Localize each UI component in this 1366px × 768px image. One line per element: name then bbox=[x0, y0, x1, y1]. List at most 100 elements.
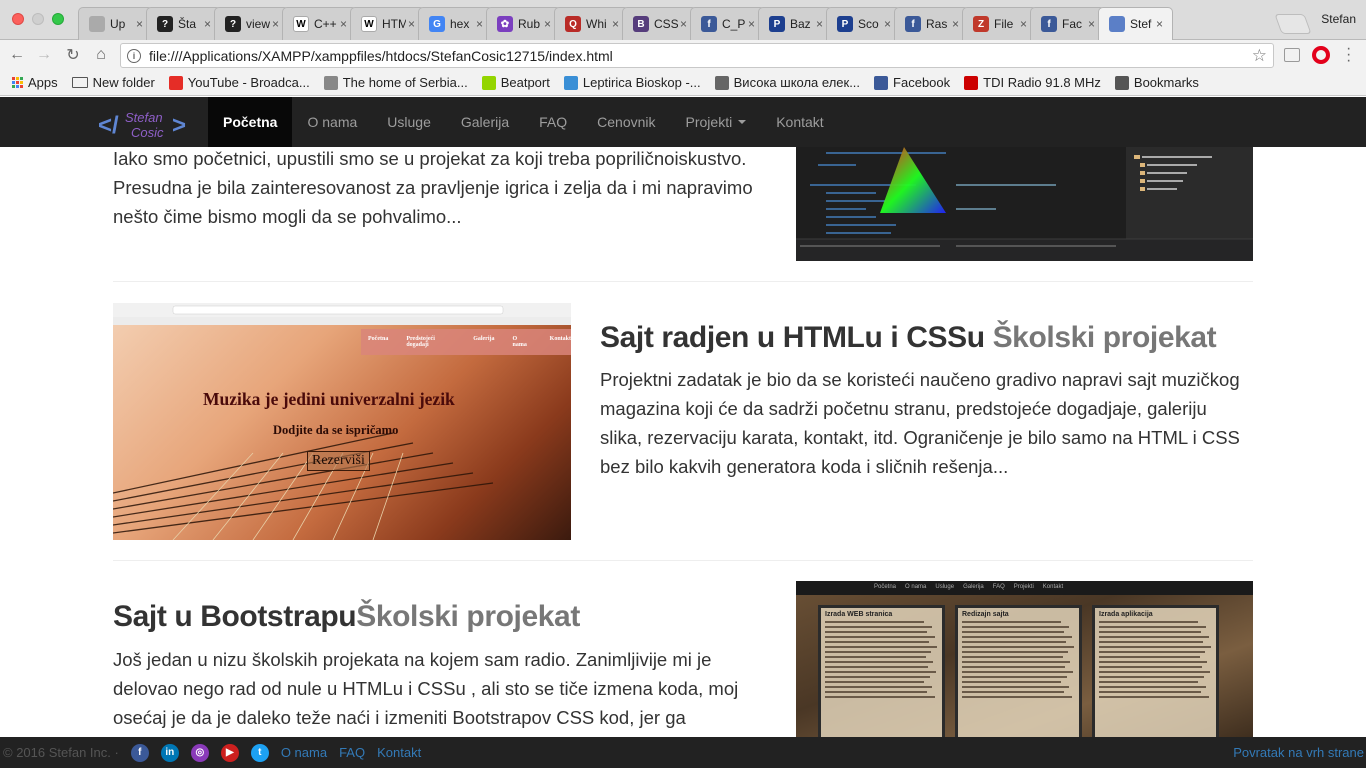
tab-close-icon[interactable]: × bbox=[476, 17, 486, 31]
tab-close-icon[interactable]: × bbox=[884, 17, 894, 31]
browser-tab[interactable]: Up × bbox=[78, 7, 153, 40]
mini-card: Izrada aplikacija bbox=[1092, 605, 1219, 741]
site-nav-item[interactable]: Početna bbox=[208, 97, 293, 147]
facebook-icon[interactable]: f bbox=[130, 743, 149, 762]
project-2-mini-button: Rezerviši bbox=[307, 451, 370, 471]
bookmark-item[interactable]: New folder bbox=[71, 75, 155, 90]
project-2-title-muted: Školski projekat bbox=[992, 321, 1217, 354]
bookmark-item[interactable]: Висока школа елек... bbox=[714, 75, 860, 90]
twitter-icon[interactable]: t bbox=[250, 743, 269, 762]
info-icon[interactable]: i bbox=[127, 48, 141, 63]
tab-close-icon[interactable]: × bbox=[952, 17, 962, 31]
bookmark-item[interactable]: Leptirica Bioskop -... bbox=[563, 75, 701, 90]
site-nav-item[interactable]: Kontakt bbox=[761, 97, 838, 147]
address-url[interactable]: file:///Applications/XAMPP/xamppfiles/ht… bbox=[149, 48, 1252, 64]
browser-tab[interactable]: Q Whi × bbox=[554, 7, 629, 40]
reload-icon[interactable]: ↻ bbox=[62, 44, 84, 66]
site-nav-item[interactable]: Usluge bbox=[372, 97, 446, 147]
footer-link-faq[interactable]: FAQ bbox=[339, 745, 365, 760]
bookmark-item[interactable]: YouTube - Broadca... bbox=[168, 75, 310, 90]
browser-tab[interactable]: W HTM × bbox=[350, 7, 425, 40]
cast-extension-icon[interactable] bbox=[1284, 48, 1300, 62]
bookmark-item[interactable]: Apps bbox=[12, 75, 58, 90]
back-arrow-icon[interactable]: ← bbox=[6, 44, 28, 66]
tab-close-icon[interactable]: × bbox=[1156, 17, 1166, 31]
browser-tab[interactable]: P Sco × bbox=[826, 7, 901, 40]
mini-card-text-line bbox=[1099, 641, 1203, 643]
browser-tab[interactable]: f Ras × bbox=[894, 7, 969, 40]
tab-favicon-icon: Z bbox=[973, 16, 989, 32]
tab-close-icon[interactable]: × bbox=[1088, 17, 1098, 31]
browser-tab[interactable]: B CSS × bbox=[622, 7, 697, 40]
instagram-icon[interactable]: ◎ bbox=[190, 743, 209, 762]
section-divider bbox=[113, 281, 1253, 282]
linkedin-icon[interactable]: in bbox=[160, 743, 179, 762]
site-nav-item[interactable]: Cenovnik bbox=[582, 97, 670, 147]
minimize-window-button[interactable] bbox=[32, 13, 44, 25]
browser-tab[interactable]: W C++ × bbox=[282, 7, 357, 40]
tdi-icon bbox=[964, 75, 979, 90]
site-nav-item[interactable]: Projekti bbox=[671, 97, 762, 147]
tab-close-icon[interactable]: × bbox=[340, 17, 350, 31]
mini-card-text-line bbox=[825, 656, 926, 658]
tab-close-icon[interactable]: × bbox=[680, 17, 690, 31]
bookmark-item[interactable]: Facebook bbox=[874, 75, 950, 90]
tab-close-icon[interactable]: × bbox=[1020, 17, 1030, 31]
facebook-icon bbox=[874, 75, 889, 90]
tab-close-icon[interactable]: × bbox=[612, 17, 622, 31]
browser-tab[interactable]: Ghex × bbox=[418, 7, 493, 40]
mini-menu-item: Kontakt bbox=[549, 336, 571, 342]
back-to-top-link[interactable]: Povratak na vrh strane bbox=[1233, 745, 1364, 760]
site-logo[interactable]: </ > Stefan Cosic bbox=[96, 107, 192, 143]
bookmark-item[interactable]: Beatport bbox=[481, 75, 550, 90]
mini-menu-item: Početna bbox=[368, 336, 389, 342]
bookmark-star-icon[interactable]: ☆ bbox=[1252, 46, 1267, 66]
tab-close-icon[interactable]: × bbox=[136, 17, 146, 31]
tab-label: view bbox=[246, 17, 270, 31]
tab-close-icon[interactable]: × bbox=[272, 17, 282, 31]
home-icon[interactable]: ⌂ bbox=[90, 44, 112, 66]
bookmark-item[interactable]: TDI Radio 91.8 MHz bbox=[964, 75, 1101, 90]
bookmark-item[interactable]: Bookmarks bbox=[1114, 75, 1199, 90]
new-tab-button[interactable] bbox=[1274, 14, 1312, 34]
tab-favicon-icon bbox=[1109, 16, 1125, 32]
footer-link-contact[interactable]: Kontakt bbox=[377, 745, 421, 760]
browser-tab[interactable]: P Baz × bbox=[758, 7, 833, 40]
tab-close-icon[interactable]: × bbox=[544, 17, 554, 31]
apps-grid-icon bbox=[12, 77, 23, 88]
maximize-window-button[interactable] bbox=[52, 13, 64, 25]
tab-close-icon[interactable]: × bbox=[204, 17, 214, 31]
browser-tab[interactable]: f Fac × bbox=[1030, 7, 1105, 40]
browser-tab[interactable]: ? Šta × bbox=[146, 7, 221, 40]
profile-name[interactable]: Stefan bbox=[1321, 12, 1356, 26]
tab-close-icon[interactable]: × bbox=[816, 17, 826, 31]
mini-card: Izrada WEB stranica bbox=[818, 605, 945, 741]
tab-label: C++ bbox=[314, 17, 337, 31]
browser-menu-icon[interactable]: · · · bbox=[1346, 41, 1351, 69]
address-bar[interactable]: i file:///Applications/XAMPP/xamppfiles/… bbox=[120, 43, 1274, 68]
bookmark-label: YouTube - Broadca... bbox=[187, 75, 310, 90]
footer-link-about[interactable]: O nama bbox=[281, 745, 327, 760]
close-window-button[interactable] bbox=[12, 13, 24, 25]
tab-close-icon[interactable]: × bbox=[748, 17, 758, 31]
browser-toolbar: ← → ↻ ⌂ i file:///Applications/XAMPP/xam… bbox=[0, 40, 1366, 70]
butterfly-icon bbox=[563, 75, 578, 90]
youtube-icon[interactable]: ▶ bbox=[220, 743, 239, 762]
bookmark-label: Bookmarks bbox=[1133, 75, 1199, 90]
bookmark-item[interactable]: The home of Serbia... bbox=[323, 75, 468, 90]
site-nav-item[interactable]: Galerija bbox=[446, 97, 524, 147]
forward-arrow-icon[interactable]: → bbox=[33, 44, 55, 66]
bookmarks-bar: Apps New folder YouTube - Broadca... The ho… bbox=[0, 70, 1366, 96]
tab-close-icon[interactable]: × bbox=[408, 17, 418, 31]
browser-tab[interactable]: ? view × bbox=[214, 7, 289, 40]
opera-extension-icon[interactable] bbox=[1312, 46, 1330, 64]
browser-tab[interactable]: Stef × bbox=[1098, 7, 1173, 40]
browser-tab[interactable]: f C_P × bbox=[690, 7, 765, 40]
tab-favicon-icon: G bbox=[429, 16, 445, 32]
browser-tab[interactable]: ✿ Rub × bbox=[486, 7, 561, 40]
browser-tab[interactable]: Z File × bbox=[962, 7, 1037, 40]
site-nav-item[interactable]: O nama bbox=[292, 97, 372, 147]
mini-card-text-line bbox=[825, 626, 933, 628]
mini-card-text-line bbox=[825, 681, 925, 683]
site-nav-item[interactable]: FAQ bbox=[524, 97, 582, 147]
